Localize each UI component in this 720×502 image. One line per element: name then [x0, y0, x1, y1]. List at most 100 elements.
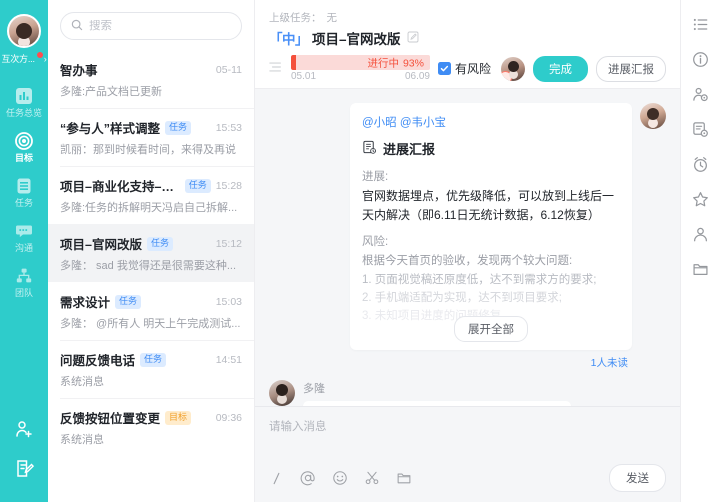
report-card[interactable]: @小昭 @韦小宝 进展汇报 进展: 官网数据埋点，优先级降低，可以放到上线后一天…	[350, 103, 632, 350]
conversation-title: 问题反馈电话	[60, 354, 136, 368]
progress-status-text: 进行中 93%	[367, 55, 424, 70]
avatar-image	[7, 14, 41, 48]
send-button[interactable]: 发送	[609, 464, 666, 492]
user-avatar[interactable]	[7, 14, 41, 48]
risk-line: 1. 页面视觉稿还原度低，达不到需求方的要求;	[362, 273, 597, 286]
search-box[interactable]	[60, 12, 242, 40]
conversation-row-top: 项目–商业化支持–免费策... 任务 15:28	[60, 176, 242, 195]
conversation-tag: 任务	[146, 236, 173, 251]
risk-line: 根据今天首页的验收，发现两个较大问题:	[362, 255, 573, 268]
card-title: 进展汇报	[383, 142, 436, 157]
list-item[interactable]: 智办事 05-11 多隆:产品文档已更新	[48, 50, 254, 108]
list-item[interactable]: 项目–商业化支持–免费策... 任务 15:28 多隆:任务的拆解明天冯启自己拆…	[48, 166, 254, 224]
progress-row: 进行中 93% 05.01 06.09 有风险 完成 进展汇报	[269, 55, 666, 82]
risk-label: 有风险	[454, 62, 491, 76]
conversation-time: 05-11	[215, 63, 242, 76]
progress-bar: 进行中 93%	[291, 55, 430, 70]
message-composer[interactable]: 请输入消息 发送	[255, 406, 680, 502]
add-person-button[interactable]	[0, 410, 48, 449]
at-icon[interactable]	[300, 470, 316, 486]
conversation-row-top: “参与人”样式调整 任务 15:53	[60, 118, 242, 137]
risk-toggle[interactable]: 有风险	[437, 60, 491, 77]
search-input[interactable]	[89, 20, 231, 32]
rail-bottom-actions	[0, 410, 48, 502]
conversation-time: 15:03	[215, 295, 242, 308]
sidebar-item-label: 团队	[14, 288, 33, 298]
conversation-row-top: 需求设计 任务 15:03	[60, 292, 242, 311]
sidebar-item-team[interactable]: 团队	[0, 259, 48, 304]
avatar[interactable]	[501, 56, 525, 81]
chat-main: 上级任务：无 「中」 项目–官网改版 进行中 93% 05.01 06.09 有…	[255, 0, 680, 502]
card-mentions: @小昭 @韦小宝	[362, 117, 447, 129]
slash-icon[interactable]	[269, 471, 284, 486]
avatar[interactable]	[640, 103, 666, 129]
sidebar-item-goal[interactable]: 目标	[0, 124, 48, 169]
conversation-preview: 多隆： @所有人 明天上午完成测试...	[60, 318, 241, 330]
start-date: 05.01	[291, 71, 317, 82]
conversation-title: 智办事	[60, 64, 98, 78]
list-item-selected[interactable]: 项目–官网改版 任务 15:12 多隆： sad 我觉得还是很需要这种...	[48, 224, 254, 282]
list-item[interactable]: 反馈按钮位置变更 目标 09:36 系统消息	[48, 398, 254, 456]
list-lines-icon[interactable]	[269, 60, 283, 77]
avatar-status-ring	[501, 70, 512, 81]
task-header: 上级任务：无 「中」 项目–官网改版 进行中 93% 05.01 06.09 有…	[255, 0, 680, 89]
conversation-time: 09:36	[215, 411, 242, 424]
rail-item-list: 任务总览 目标 任务 沟通 团队	[0, 79, 48, 304]
sidebar-item-task[interactable]: 任务	[0, 169, 48, 214]
ordered-list-icon[interactable]	[692, 16, 709, 33]
sidebar-item-communication[interactable]: 沟通	[0, 214, 48, 259]
chevron-right-icon: ›	[43, 53, 47, 64]
notification-dot-icon	[36, 51, 43, 58]
composer-placeholder[interactable]: 请输入消息	[269, 418, 666, 434]
alarm-clock-icon[interactable]	[692, 156, 709, 173]
star-icon[interactable]	[692, 191, 709, 208]
conversation-preview: 凯丽：那到时候看时间，来得及再说	[60, 144, 236, 156]
user-name-row[interactable]: 互次方... ›	[1, 51, 47, 65]
conversation-tag: 任务	[184, 178, 211, 193]
task-title-row: 「中」 项目–官网改版	[269, 28, 666, 48]
priority-badge: 「中」	[269, 32, 309, 47]
expand-all-button[interactable]: 展开全部	[454, 315, 528, 342]
bar-chart-icon	[14, 86, 34, 106]
new-note-button[interactable]	[0, 449, 48, 488]
list-item[interactable]: 需求设计 任务 15:03 多隆： @所有人 明天上午完成测试...	[48, 282, 254, 340]
list-doc-icon	[14, 176, 34, 196]
user-name-label: 互次方...	[1, 54, 35, 64]
message-outgoing: @小昭 @韦小宝 进展汇报 进展: 官网数据埋点，优先级降低，可以放到上线后一天…	[269, 103, 666, 350]
person-settings-icon[interactable]	[692, 86, 709, 103]
conversation-title: 项目–官网改版	[60, 238, 142, 252]
sidebar-item-overview[interactable]: 任务总览	[0, 79, 48, 124]
risk-section-label: 风险:	[362, 236, 389, 249]
person-icon[interactable]	[692, 226, 709, 243]
complete-button[interactable]: 完成	[533, 55, 588, 82]
progress-percent: 93%	[402, 57, 424, 69]
sidebar-item-label: 任务	[14, 198, 33, 208]
doc-settings-icon[interactable]	[692, 121, 709, 138]
org-tree-icon	[14, 266, 34, 286]
edit-square-icon[interactable]	[407, 31, 419, 46]
conversation-panel: 智办事 05-11 多隆:产品文档已更新 “参与人”样式调整 任务 15:53 …	[48, 0, 255, 502]
message-list: @小昭 @韦小宝 进展汇报 进展: 官网数据埋点，优先级降低，可以放到上线后一天…	[255, 89, 680, 406]
app-root: 互次方... › 任务总览 目标 任务 沟通 团队 搜索 智办事 05-11 多…	[0, 0, 720, 502]
avatar[interactable]	[269, 379, 295, 406]
conversation-title: 项目–商业化支持–免费策...	[60, 180, 180, 194]
left-navigation-rail: 互次方... › 任务总览 目标 任务 沟通 团队	[0, 0, 48, 502]
list-item[interactable]: “参与人”样式调整 任务 15:53 凯丽：那到时候看时间，来得及再说	[48, 108, 254, 166]
progress-report-button[interactable]: 进展汇报	[596, 55, 666, 82]
progress-bar-container[interactable]: 进行中 93% 05.01 06.09	[291, 55, 430, 82]
emoji-icon[interactable]	[332, 470, 348, 486]
conversation-row-top: 智办事 05-11	[60, 60, 242, 79]
risk-line: 2. 手机端适配为实现，达不到项目要求;	[362, 291, 562, 304]
folder-icon[interactable]	[692, 261, 709, 278]
conversation-time: 15:28	[215, 179, 242, 192]
scissors-icon[interactable]	[364, 470, 380, 486]
conversation-title: 反馈按钮位置变更	[60, 412, 161, 426]
list-item[interactable]: 问题反馈电话 任务 14:51 系统消息	[48, 340, 254, 398]
conversation-tag: 任务	[115, 294, 142, 309]
folder-icon[interactable]	[396, 470, 412, 486]
card-header: 进展汇报	[362, 139, 620, 158]
info-circle-icon[interactable]	[692, 51, 709, 68]
conversation-tag: 任务	[140, 352, 167, 367]
parent-task-value: 无	[326, 12, 338, 24]
checkbox-checked-icon[interactable]	[437, 62, 451, 75]
